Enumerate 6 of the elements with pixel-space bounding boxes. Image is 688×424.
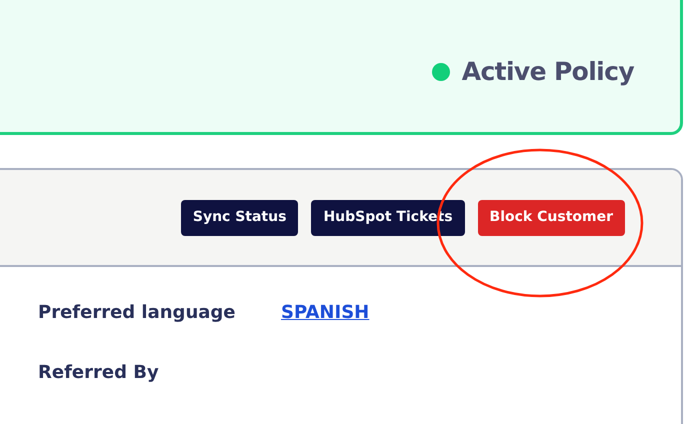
field-label: Referred By (38, 361, 160, 385)
field-label: Preferred language (38, 301, 236, 325)
policy-status-label: Active Policy (462, 56, 634, 88)
action-button[interactable]: Sync Status (180, 200, 298, 236)
language-link[interactable]: SPANISH (281, 299, 370, 326)
action-button[interactable]: Block Customer (478, 200, 625, 236)
